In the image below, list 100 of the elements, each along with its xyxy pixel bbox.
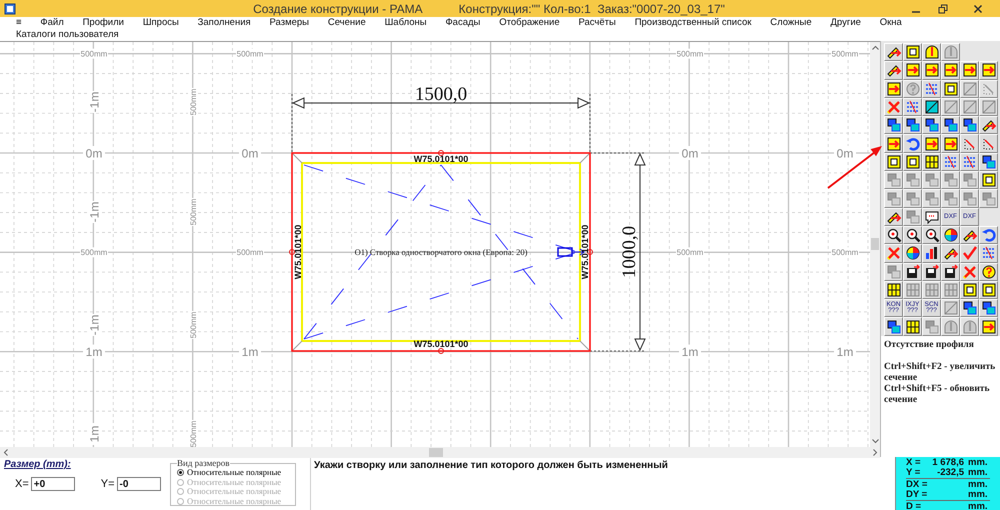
tool-button[interactable] bbox=[884, 80, 903, 98]
tool-button[interactable] bbox=[884, 61, 903, 80]
tool-button[interactable] bbox=[941, 116, 960, 134]
frame-outline[interactable] bbox=[291, 152, 591, 352]
question-icon bbox=[980, 264, 996, 280]
tool-button[interactable] bbox=[960, 61, 979, 80]
tool-button[interactable] bbox=[884, 43, 903, 62]
blocks-icon bbox=[962, 172, 978, 188]
tool-button[interactable] bbox=[903, 244, 922, 263]
frame-icon bbox=[942, 80, 958, 97]
tool-button[interactable] bbox=[884, 134, 903, 153]
square-icon bbox=[962, 99, 978, 116]
tool-button[interactable] bbox=[941, 80, 960, 98]
tool-button[interactable] bbox=[922, 226, 941, 244]
menu-item[interactable]: Заполнения bbox=[198, 17, 251, 29]
anchor-point[interactable] bbox=[587, 249, 593, 255]
tool-button[interactable] bbox=[922, 152, 941, 172]
tool-button[interactable] bbox=[903, 262, 922, 281]
scroll-up-icon[interactable] bbox=[872, 45, 878, 50]
blocks-icon bbox=[924, 172, 940, 188]
magnifier-icon bbox=[886, 227, 902, 244]
bars-icon bbox=[924, 245, 940, 262]
menu-item[interactable]: Фасады bbox=[445, 17, 480, 29]
tool-button[interactable] bbox=[979, 171, 998, 190]
menu-item[interactable]: Окна bbox=[880, 17, 902, 29]
menu-item[interactable]: Размеры bbox=[270, 17, 309, 29]
tool-button[interactable] bbox=[903, 152, 922, 172]
tool-button[interactable] bbox=[960, 226, 979, 244]
horizontal-scrollbar[interactable] bbox=[0, 447, 870, 458]
coordinate-label: DX = bbox=[906, 480, 928, 490]
tool-button[interactable] bbox=[884, 226, 903, 244]
unit-label: mm. bbox=[968, 468, 989, 477]
window-grid-icon bbox=[942, 282, 958, 298]
tool-button[interactable] bbox=[922, 244, 941, 263]
menu-item[interactable]: Сложные bbox=[770, 17, 812, 29]
menu-item[interactable]: Другие bbox=[830, 17, 861, 29]
tool-button[interactable] bbox=[922, 262, 941, 281]
menu-item[interactable]: Каталоги пользователя bbox=[16, 29, 119, 41]
tool-button[interactable] bbox=[979, 317, 998, 336]
tool-button[interactable] bbox=[903, 116, 922, 134]
tool-button[interactable] bbox=[979, 61, 998, 80]
scroll-right-icon[interactable] bbox=[873, 449, 878, 456]
menu-item[interactable]: Расчёты bbox=[578, 17, 616, 29]
tool-button[interactable] bbox=[903, 226, 922, 244]
radio-button[interactable] bbox=[177, 469, 184, 476]
tool-button[interactable] bbox=[884, 317, 903, 336]
tool-button[interactable] bbox=[960, 280, 979, 300]
dimension-value: 1000,0 bbox=[619, 226, 640, 278]
blocks-icon bbox=[924, 318, 940, 335]
input-field[interactable]: +0 bbox=[30, 477, 75, 491]
cross-icon bbox=[886, 99, 902, 116]
scrollbar-thumb[interactable] bbox=[871, 238, 879, 250]
tool-button[interactable] bbox=[960, 116, 979, 134]
menu-item[interactable]: Сечение bbox=[328, 17, 366, 29]
menu-item[interactable]: Файл bbox=[40, 17, 64, 29]
menu-item[interactable]: Производственный список bbox=[634, 17, 752, 29]
tool-button[interactable] bbox=[903, 43, 922, 62]
menu-item[interactable]: Шаблоны bbox=[384, 17, 427, 29]
tool-button[interactable] bbox=[922, 116, 941, 134]
tool-button[interactable] bbox=[979, 299, 998, 318]
blocks-icon bbox=[980, 154, 996, 170]
tool-button[interactable] bbox=[922, 61, 941, 80]
tool-button[interactable] bbox=[884, 208, 903, 226]
tool-button[interactable] bbox=[884, 116, 903, 134]
grid-label: -1m bbox=[87, 92, 102, 112]
tool-button[interactable] bbox=[979, 262, 998, 281]
window-grid-icon bbox=[886, 282, 902, 298]
tool-button[interactable] bbox=[941, 226, 960, 244]
tool-button[interactable] bbox=[903, 317, 922, 336]
tool-button[interactable] bbox=[979, 152, 998, 172]
tool-button[interactable] bbox=[884, 152, 903, 172]
undo-icon bbox=[980, 227, 996, 244]
menu-item[interactable]: Профили bbox=[82, 17, 124, 29]
grid-label: 500mm bbox=[832, 50, 858, 59]
tool-button[interactable] bbox=[922, 43, 941, 62]
scrollbar-thumb[interactable] bbox=[429, 448, 443, 457]
tool-button[interactable] bbox=[884, 280, 903, 300]
tool-button[interactable] bbox=[960, 299, 979, 318]
magnifier-icon bbox=[924, 227, 940, 244]
tool-button[interactable] bbox=[922, 208, 941, 226]
window-title: Создание конструкции - РАМА bbox=[253, 2, 423, 16]
scroll-left-icon[interactable] bbox=[3, 449, 8, 456]
tool-button[interactable] bbox=[941, 262, 960, 281]
tool-button[interactable] bbox=[941, 244, 960, 263]
tool-button[interactable] bbox=[922, 98, 941, 116]
field-label: X= bbox=[15, 478, 29, 490]
tool-button[interactable] bbox=[903, 61, 922, 80]
tool-button[interactable] bbox=[922, 134, 941, 153]
blocks-icon bbox=[962, 300, 978, 316]
menu-item[interactable]: ≡ bbox=[16, 17, 22, 29]
vertical-scrollbar[interactable] bbox=[870, 42, 880, 447]
tool-button[interactable] bbox=[941, 134, 960, 153]
tool-button[interactable] bbox=[979, 280, 998, 300]
menu-item[interactable]: Отображение bbox=[499, 17, 560, 29]
menu-item[interactable]: Шпросы bbox=[142, 17, 179, 29]
tool-button[interactable] bbox=[979, 116, 998, 134]
scroll-down-icon[interactable] bbox=[872, 439, 878, 444]
tool-button[interactable] bbox=[941, 61, 960, 80]
blocks-icon bbox=[904, 117, 920, 134]
input-field[interactable]: -0 bbox=[116, 477, 161, 491]
